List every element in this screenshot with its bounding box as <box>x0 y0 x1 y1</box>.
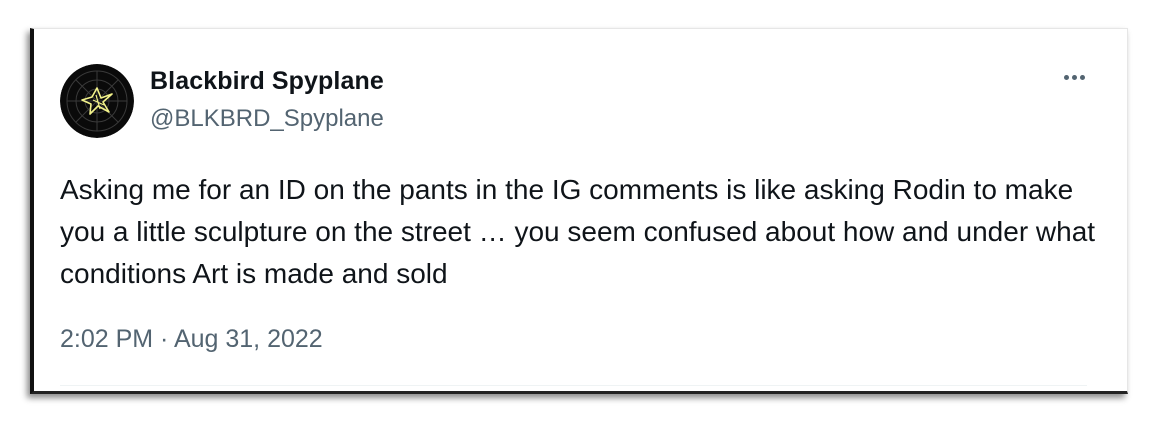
more-options-button[interactable] <box>1054 65 1094 89</box>
more-options-icon <box>1063 74 1069 80</box>
more-options-icon <box>1071 74 1077 80</box>
radar-bird-avatar-icon <box>60 64 134 138</box>
author-handle[interactable]: @BLKBRD_Spyplane <box>150 105 384 133</box>
author-avatar[interactable] <box>60 64 134 138</box>
more-options-icon <box>1079 74 1085 80</box>
tweet-timestamp[interactable]: 2:02 PM · Aug 31, 2022 <box>60 325 323 354</box>
divider <box>60 385 1087 386</box>
author-display-name[interactable]: Blackbird Spyplane <box>150 67 384 96</box>
tweet-text: Asking me for an ID on the pants in the … <box>60 174 1096 289</box>
tweet-card: Blackbird Spyplane @BLKBRD_Spyplane Aski… <box>30 28 1128 394</box>
